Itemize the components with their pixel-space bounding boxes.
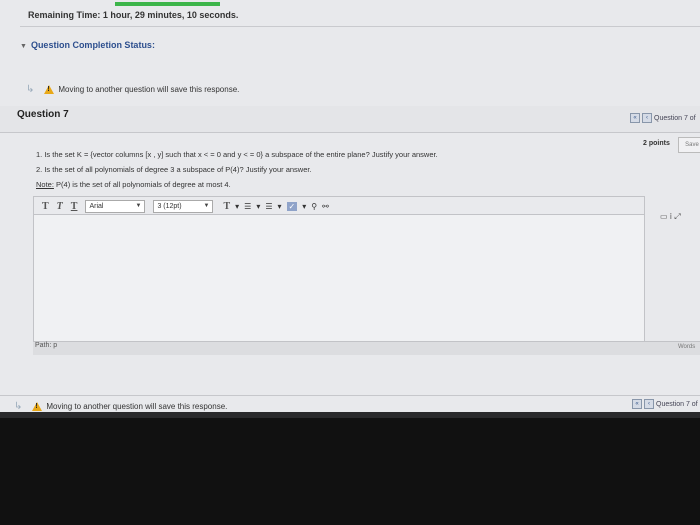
arrow-icon: ↳ <box>26 84 35 95</box>
text-color-icon[interactable]: T <box>223 201 230 212</box>
question-completion-status[interactable]: ▼ Question Completion Status: <box>20 40 155 50</box>
question-line-2: 2. Is the set of all polynomials of degr… <box>36 165 312 174</box>
save-answer-button[interactable]: Save <box>678 137 700 153</box>
unlink-icon[interactable]: ⚯ <box>322 202 329 211</box>
bullet-list-icon[interactable]: ☰ <box>244 202 251 211</box>
font-size-value: 3 (12pt) <box>157 202 182 210</box>
question-nav-label: Question 7 of <box>654 114 696 122</box>
divider <box>20 26 700 27</box>
save-warning-top: ↳ Moving to another question will save t… <box>26 84 239 95</box>
bold-text-icon[interactable]: T <box>42 201 49 212</box>
info-icon[interactable]: ⅰ <box>670 212 672 221</box>
spellcheck-icon[interactable]: ✓ <box>286 201 298 211</box>
warning-icon <box>32 402 43 411</box>
chevron-down-icon[interactable]: ▾ <box>278 202 282 211</box>
chevron-down-icon[interactable]: ▾ <box>235 202 239 211</box>
underline-text-icon[interactable]: T <box>71 201 78 212</box>
font-family-value: Arial <box>89 202 104 210</box>
answer-text-area[interactable] <box>33 214 645 342</box>
warning-icon <box>44 85 55 94</box>
prev-question-button[interactable]: ‹ <box>644 399 654 409</box>
collapse-triangle-icon[interactable]: ▼ <box>20 43 27 50</box>
status-label: Question Completion Status: <box>30 40 155 50</box>
font-size-select[interactable]: 3 (12pt) ▼ <box>153 199 214 213</box>
font-family-select[interactable]: Arial ▼ <box>85 199 146 213</box>
word-count: Words <box>678 344 696 350</box>
note-label: Note: <box>36 180 54 189</box>
chevron-down-icon: ▼ <box>203 202 210 209</box>
question-nav-bottom: « ‹ Question 7 of <box>632 399 698 409</box>
preview-icon[interactable]: ▭ <box>660 212 668 221</box>
warning-text: Moving to another question will save thi… <box>46 402 228 411</box>
editor-path-bar: Path: p <box>33 341 700 355</box>
numbered-list-icon[interactable]: ☰ <box>265 202 272 211</box>
timer-progress-bar <box>115 2 220 6</box>
first-question-button[interactable]: « <box>632 399 642 409</box>
chevron-down-icon[interactable]: ▾ <box>302 202 306 211</box>
question-title: Question 7 <box>17 109 69 120</box>
question-nav-label: Question 7 of <box>656 400 698 408</box>
first-question-button[interactable]: « <box>630 113 640 123</box>
chevron-down-icon: ▼ <box>135 202 142 209</box>
italic-text-icon[interactable]: T <box>57 201 63 212</box>
prev-question-button[interactable]: ‹ <box>642 113 652 123</box>
question-line-1: 1. Is the set K = {vector columns [x , y… <box>36 150 438 159</box>
editor-side-tools: ▭ ⅰ ⤢ <box>660 212 681 222</box>
link-icon[interactable]: ⚲ <box>311 202 317 211</box>
monitor-bezel <box>0 418 700 525</box>
divider <box>0 395 700 396</box>
path-label: Path: p <box>35 342 58 349</box>
warning-text: Moving to another question will save thi… <box>58 85 240 94</box>
arrow-icon: ↳ <box>14 401 23 412</box>
question-nav-top: « ‹ Question 7 of <box>630 113 696 123</box>
chevron-down-icon[interactable]: ▾ <box>256 202 260 211</box>
question-header <box>0 106 700 133</box>
expand-icon[interactable]: ⤢ <box>674 212 680 221</box>
question-note: Note: P(4) is the set of all polynomials… <box>36 180 231 189</box>
save-warning-bottom: ↳ Moving to another question will save t… <box>14 401 227 412</box>
note-text: P(4) is the set of all polynomials of de… <box>53 180 231 189</box>
remaining-time: Remaining Time: 1 hour, 29 minutes, 10 s… <box>28 10 239 20</box>
points-value: 2 points <box>643 140 670 147</box>
editor-toolbar: T T T Arial ▼ 3 (12pt) ▼ T ▾ ☰ ▾ ☰ ▾ ✓ ▾ ⚲… <box>33 196 645 215</box>
